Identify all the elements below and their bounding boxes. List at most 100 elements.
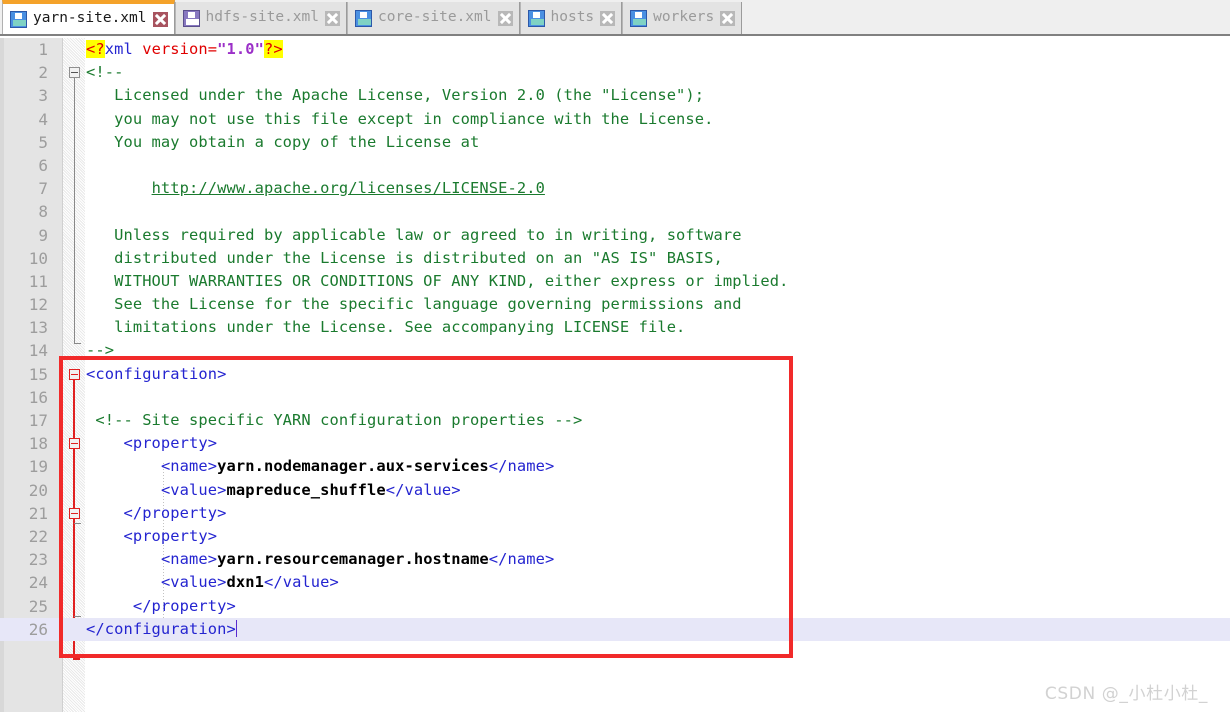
line-number: 2	[38, 63, 48, 83]
line-number: 5	[38, 132, 48, 152]
floppy-save-icon	[355, 9, 372, 27]
code-line-current[interactable]: 26 </configuration>	[0, 617, 1230, 641]
line-content: <name>yarn.nodemanager.aux-services</nam…	[86, 455, 554, 478]
tab-hosts[interactable]: hosts	[519, 2, 623, 34]
pi-attribute: version=	[132, 40, 218, 58]
line-number: 23	[28, 550, 48, 570]
element-text: dxn1	[226, 573, 264, 592]
watermark: CSDN @_小杜小杜_	[1044, 684, 1208, 704]
floppy-save-icon	[527, 9, 545, 27]
line-number: 18	[28, 434, 48, 454]
license-url-link[interactable]: http://www.apache.org/licenses/LICENSE-2…	[152, 179, 545, 197]
line-content: http://www.apache.org/licenses/LICENSE-2…	[86, 177, 545, 200]
code-line[interactable]: 22 <property>	[0, 525, 1230, 548]
code-line[interactable]: 7 http://www.apache.org/licenses/LICENSE…	[0, 177, 1230, 200]
line-content: </property>	[86, 596, 236, 615]
code-line[interactable]: 3 Licensed under the Apache License, Ver…	[0, 84, 1230, 107]
close-icon[interactable]	[600, 10, 616, 26]
code-line[interactable]: 6	[0, 154, 1230, 177]
line-number: 20	[28, 480, 48, 500]
tab-label: workers	[653, 9, 715, 26]
code-line[interactable]: 2 <!--	[0, 61, 1230, 84]
code-line[interactable]: 20 <value>mapreduce_shuffle</value>	[0, 479, 1230, 502]
code-line[interactable]: 9 Unless required by applicable law or a…	[0, 224, 1230, 247]
code-line[interactable]: 24 <value>dxn1</value>	[0, 571, 1230, 594]
line-content: <?xml version="1.0"?>	[86, 38, 283, 61]
line-number: 21	[28, 503, 48, 523]
code-line[interactable]: 8	[0, 200, 1230, 223]
closing-tag: </configuration>	[86, 619, 236, 638]
line-content: WITHOUT WARRANTIES OR CONDITIONS OF ANY …	[86, 271, 789, 290]
tab-core-site-xml[interactable]: core-site.xml	[347, 2, 520, 34]
code-line[interactable]: 19 <name>yarn.nodemanager.aux-services</…	[0, 455, 1230, 478]
line-number: 16	[28, 387, 48, 407]
line-number: 3	[38, 86, 48, 106]
line-content: <value>mapreduce_shuffle</value>	[86, 479, 461, 502]
line-number: 4	[38, 109, 48, 129]
close-tag: </name>	[488, 457, 555, 476]
tab-label: hdfs-site.xml	[205, 9, 320, 26]
code-line[interactable]: 15 <configuration>	[0, 363, 1230, 386]
close-icon[interactable]	[497, 10, 513, 26]
code-line[interactable]: 12 See the License for the specific lang…	[0, 293, 1230, 316]
pi-name: xml	[104, 40, 133, 58]
line-number: 6	[38, 155, 48, 175]
open-tag: <name>	[160, 457, 218, 476]
line-content: Licensed under the Apache License, Versi…	[86, 86, 705, 105]
pi-attribute-value: "1.0"	[217, 40, 264, 58]
line-content: <value>dxn1</value>	[86, 571, 339, 594]
close-icon[interactable]	[152, 11, 168, 27]
code-line[interactable]: 25 </property>	[0, 595, 1230, 618]
line-content: <property>	[86, 526, 218, 545]
line-content: you may not use this file except in comp…	[86, 109, 714, 128]
element-text: yarn.nodemanager.aux-services	[217, 457, 489, 476]
pi-close: ?>	[263, 40, 283, 58]
code-editor[interactable]: 1 <?xml version="1.0"?> 2 <!-- 3 License…	[0, 38, 1230, 712]
editor-window: yarn-site.xml hdfs-site.xml core-site.xm…	[0, 0, 1230, 712]
open-tag: <name>	[160, 550, 218, 569]
line-content: Unless required by applicable law or agr…	[86, 225, 742, 244]
code-line[interactable]: 11 WITHOUT WARRANTIES OR CONDITIONS OF A…	[0, 270, 1230, 293]
close-icon[interactable]	[325, 10, 340, 26]
line-number: 25	[28, 596, 48, 616]
code-line[interactable]: 5 You may obtain a copy of the License a…	[0, 131, 1230, 154]
code-line[interactable]: 23 <name>yarn.resourcemanager.hostname</…	[0, 548, 1230, 571]
element-text: mapreduce_shuffle	[226, 480, 386, 499]
tab-label: core-site.xml	[378, 9, 492, 26]
tab-yarn-site-xml[interactable]: yarn-site.xml	[2, 0, 175, 34]
code-line[interactable]: 17 <!-- Site specific YARN configuration…	[0, 409, 1230, 432]
fold-end-configuration	[73, 652, 80, 660]
line-number: 22	[28, 526, 48, 546]
pi-open: <?	[86, 40, 105, 58]
tab-hdfs-site-xml[interactable]: hdfs-site.xml	[174, 2, 347, 34]
element-text: yarn.resourcemanager.hostname	[217, 550, 489, 569]
floppy-save-icon	[182, 9, 200, 27]
code-line[interactable]: 16	[0, 386, 1230, 409]
code-line[interactable]: 14 -->	[0, 339, 1230, 362]
code-lines: 1 <?xml version="1.0"?> 2 <!-- 3 License…	[0, 38, 1230, 641]
code-line[interactable]: 13 limitations under the License. See ac…	[0, 316, 1230, 339]
code-line[interactable]: 18 <property>	[0, 432, 1230, 455]
close-tag: </name>	[488, 550, 555, 569]
floppy-save-icon	[630, 9, 648, 27]
line-content: <name>yarn.resourcemanager.hostname</nam…	[86, 548, 554, 571]
code-line[interactable]: 1 <?xml version="1.0"?>	[0, 38, 1230, 61]
code-line[interactable]: 21 </property>	[0, 502, 1230, 525]
line-number: 14	[28, 341, 48, 361]
line-content: </property>	[86, 503, 227, 522]
close-icon[interactable]	[720, 10, 736, 26]
line-number: 19	[28, 457, 48, 477]
floppy-save-icon	[10, 10, 27, 28]
code-line[interactable]: 4 you may not use this file except in co…	[0, 108, 1230, 131]
line-number: 11	[28, 271, 48, 291]
code-line[interactable]: 10 distributed under the License is dist…	[0, 247, 1230, 270]
tab-workers[interactable]: workers	[622, 2, 743, 34]
line-content: <property>	[86, 434, 218, 453]
tab-label: hosts	[550, 9, 595, 26]
line-content: limitations under the License. See accom…	[86, 318, 686, 337]
line-number: 8	[38, 202, 48, 222]
